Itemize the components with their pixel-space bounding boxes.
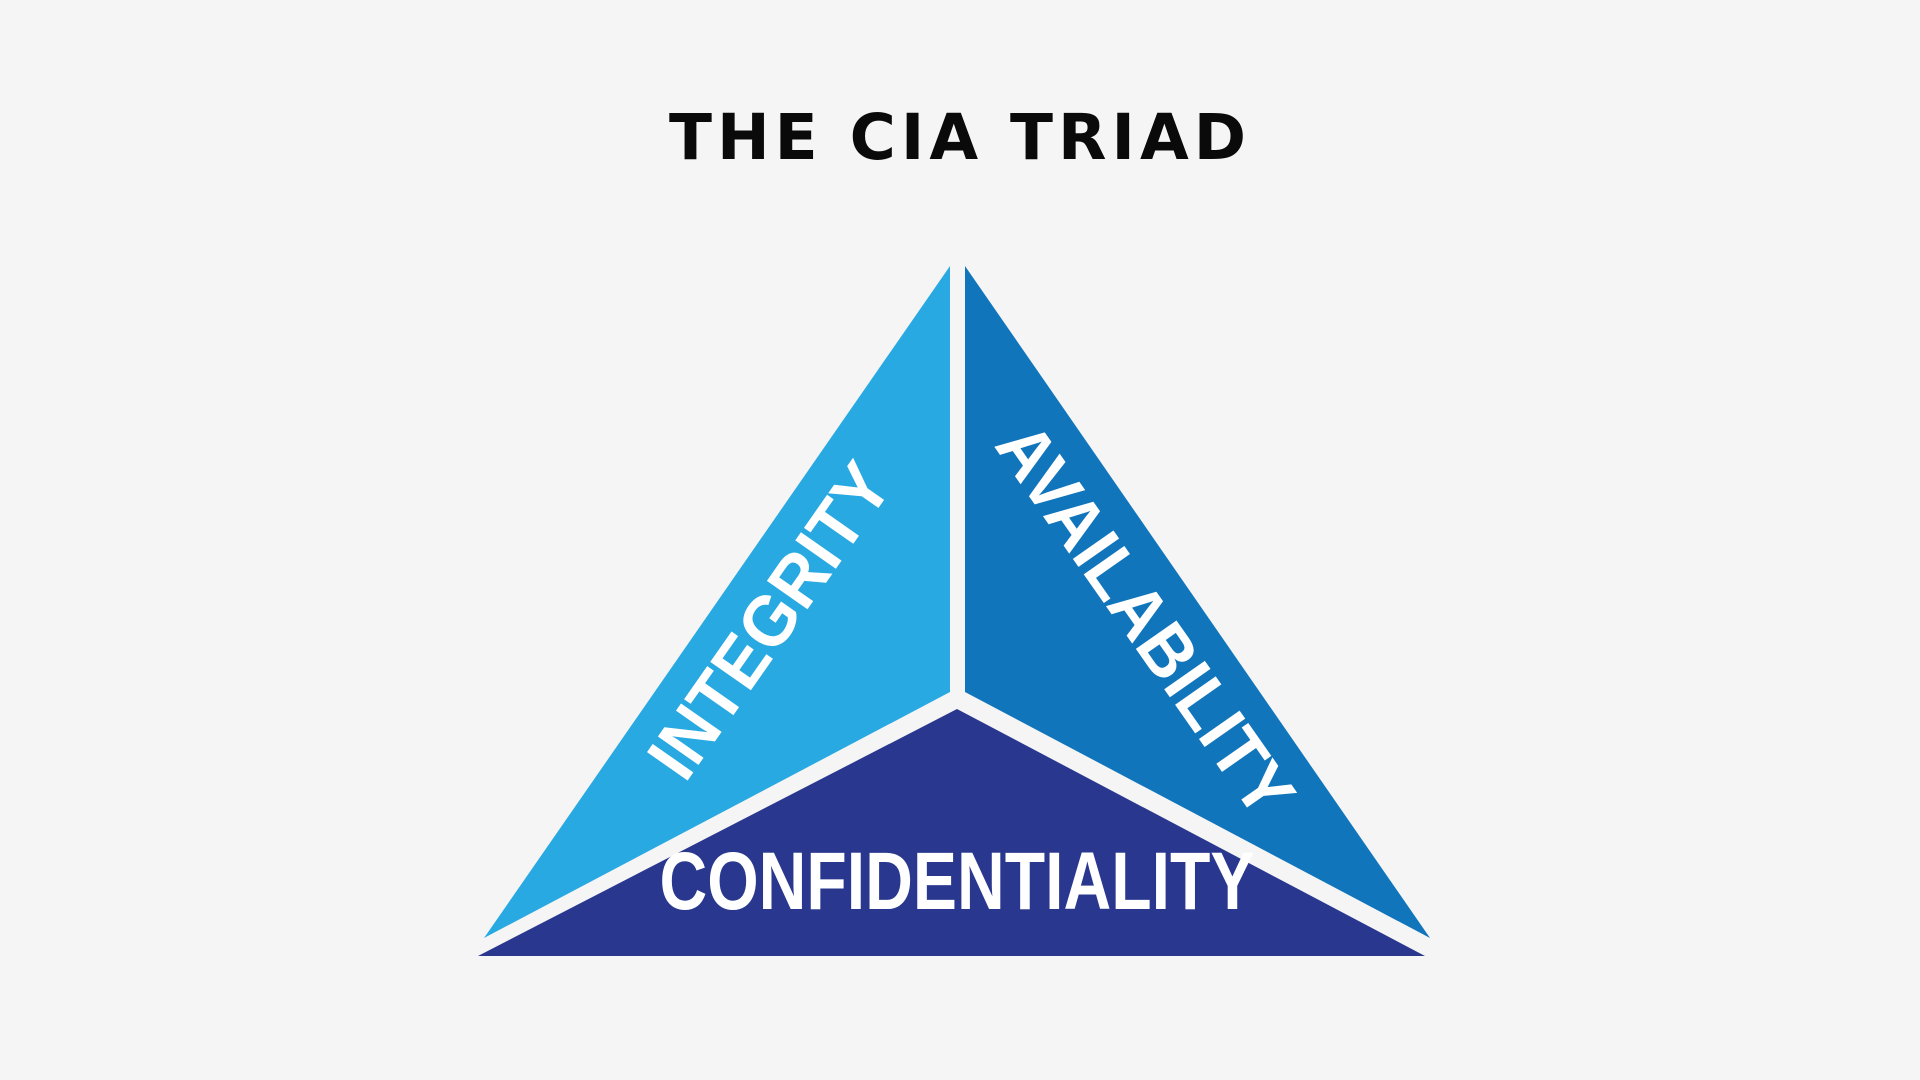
confidentiality-label: CONFIDENTIALITY (660, 836, 1255, 927)
triad-diagram: INTEGRITY AVAILABILITY CONFIDENTIALITY (478, 266, 1430, 956)
cia-triad-slide: THE CIA TRIAD INTEGRITY AVAILABILITY CON… (0, 0, 1920, 1080)
